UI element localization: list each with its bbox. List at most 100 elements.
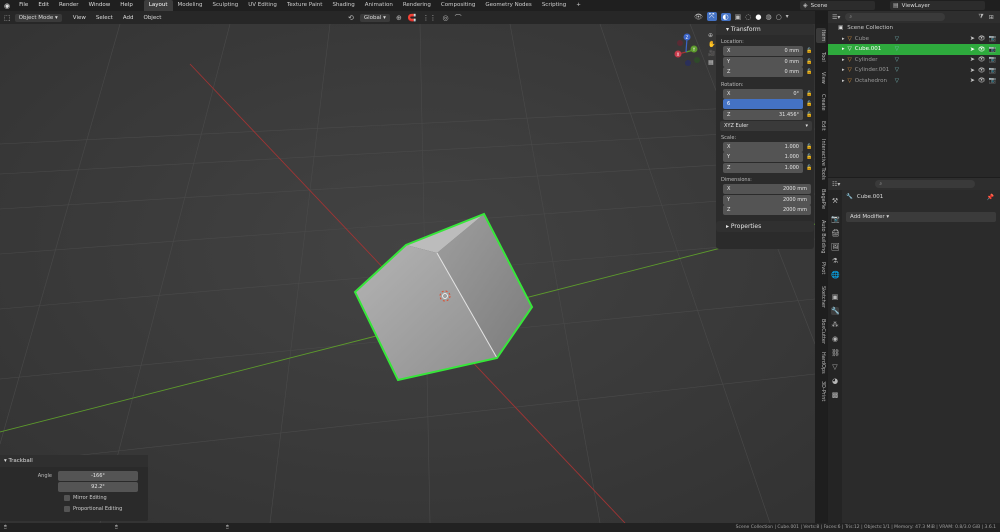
- select-toggle-icon[interactable]: ➤: [970, 35, 975, 42]
- add-workspace-button[interactable]: +: [571, 0, 586, 11]
- tab-bagapie[interactable]: BagaPie: [816, 189, 826, 209]
- tab-pivot[interactable]: Pivot: [816, 262, 826, 274]
- shading-solid-icon[interactable]: ●: [755, 13, 761, 21]
- eye-icon[interactable]: 👁: [978, 35, 986, 42]
- menu-add[interactable]: Add: [118, 15, 139, 21]
- properties-search-field[interactable]: ⌕: [875, 180, 976, 188]
- outliner-search-field[interactable]: ⌕: [845, 13, 946, 21]
- scale-z-field[interactable]: Z 1.000: [723, 162, 803, 173]
- gizmo-neg-z-icon[interactable]: [685, 60, 691, 66]
- proportional-editing-option[interactable]: Proportional Editing: [64, 506, 148, 512]
- dimensions-z-field[interactable]: Z 2000 mm: [723, 205, 811, 216]
- filter-icon[interactable]: ⧩: [978, 13, 983, 21]
- falloff-icon[interactable]: ⌒: [455, 13, 462, 23]
- orientation-dropdown[interactable]: Global ▾: [359, 14, 390, 22]
- world-tab-icon[interactable]: 🌐: [831, 271, 840, 279]
- tab-item[interactable]: Item: [816, 28, 826, 44]
- data-tab-icon[interactable]: ▽: [831, 363, 839, 371]
- add-modifier-button[interactable]: Add Modifier ▾: [846, 212, 996, 222]
- tool-tab-icon[interactable]: ⚒: [831, 197, 839, 205]
- dimensions-y-field[interactable]: Y 2000 mm: [723, 194, 811, 205]
- proportional-icon[interactable]: ◎: [443, 14, 449, 22]
- location-x-field[interactable]: X 0 mm: [723, 46, 803, 57]
- render-toggle-icon[interactable]: 📷: [989, 46, 996, 53]
- tab-edit[interactable]: Edit: [816, 121, 826, 131]
- select-toggle-icon[interactable]: ➤: [970, 77, 975, 84]
- constraints-tab-icon[interactable]: ⛓: [831, 349, 840, 357]
- outliner-row[interactable]: ▸ ▽ Cylinder.001 ▽ ➤ 👁 📷: [828, 65, 1000, 76]
- rotation-mode-dropdown[interactable]: XYZ Euler ▾: [720, 121, 812, 132]
- tab-rendering[interactable]: Rendering: [398, 0, 436, 11]
- select-toggle-icon[interactable]: ➤: [970, 67, 975, 74]
- texture-tab-icon[interactable]: ▩: [831, 391, 839, 399]
- eye-icon[interactable]: 👁: [978, 46, 986, 53]
- shading-material-icon[interactable]: ◍: [765, 13, 771, 21]
- 3d-viewport[interactable]: Z Y X ⊕ ✋ 🎥 ▦ ▾ Trackball Angle -166° 92…: [0, 24, 815, 523]
- menu-object[interactable]: Object: [138, 15, 166, 21]
- gizmo-neg-x-icon[interactable]: [677, 40, 683, 46]
- trackball-title[interactable]: ▾ Trackball: [0, 455, 148, 467]
- render-toggle-icon[interactable]: 📷: [989, 35, 996, 42]
- render-tab-icon[interactable]: 📷: [831, 215, 840, 223]
- outliner-scene-collection[interactable]: ▣ Scene Collection: [828, 23, 1000, 34]
- shading-rendered-icon[interactable]: ○: [776, 13, 782, 21]
- lock-icon[interactable]: 🔓: [806, 154, 814, 160]
- tab-compositing[interactable]: Compositing: [436, 0, 480, 11]
- expand-icon[interactable]: ▸: [842, 78, 845, 84]
- tab-create[interactable]: Create: [816, 94, 826, 111]
- render-toggle-icon[interactable]: 📷: [989, 77, 996, 84]
- tab-uv-editing[interactable]: UV Editing: [243, 0, 282, 11]
- outliner-editor-icon[interactable]: ☰▾: [832, 14, 840, 21]
- scale-y-field[interactable]: Y 1.000: [723, 152, 803, 163]
- lock-icon[interactable]: 🔓: [806, 112, 814, 118]
- mirror-checkbox[interactable]: [64, 495, 70, 501]
- select-toggle-icon[interactable]: ➤: [970, 56, 975, 63]
- angle-field-1[interactable]: -166°: [58, 471, 138, 481]
- render-toggle-icon[interactable]: 📷: [989, 67, 996, 74]
- mode-dropdown[interactable]: Object Mode ▾: [14, 13, 62, 22]
- pivot-icon[interactable]: ⊕: [396, 14, 402, 22]
- expand-icon[interactable]: ▸: [842, 57, 845, 63]
- rotation-y-field[interactable]: 6: [723, 99, 803, 110]
- menu-help[interactable]: Help: [115, 0, 138, 11]
- transform-header[interactable]: ▾ Transform: [716, 24, 814, 35]
- particles-tab-icon[interactable]: ⁂: [831, 321, 839, 329]
- properties-header[interactable]: ▸ Properties: [716, 220, 814, 232]
- tab-interactive-tools[interactable]: Interactive Tools: [816, 139, 826, 180]
- lock-icon[interactable]: 🔓: [806, 69, 814, 75]
- lock-icon[interactable]: 🔓: [806, 91, 814, 97]
- expand-icon[interactable]: ▸: [842, 67, 845, 73]
- angle-field-2[interactable]: 92.2°: [58, 482, 138, 492]
- lock-icon[interactable]: 🔓: [806, 144, 814, 150]
- outliner-row[interactable]: ▸ ▽ Cube ▽ ➤ 👁 📷: [828, 34, 1000, 45]
- rotation-x-field[interactable]: X 0°: [723, 88, 803, 99]
- location-z-field[interactable]: Z 0 mm: [723, 67, 803, 78]
- tab-texture-paint[interactable]: Texture Paint: [282, 0, 328, 11]
- tab-sculpting[interactable]: Sculpting: [208, 0, 244, 11]
- tab-layout[interactable]: Layout: [143, 0, 173, 11]
- menu-file[interactable]: File: [14, 0, 33, 11]
- dimensions-x-field[interactable]: X 2000 mm: [723, 184, 811, 195]
- material-tab-icon[interactable]: ◕: [831, 377, 839, 385]
- menu-edit[interactable]: Edit: [33, 0, 54, 11]
- overlay-toggle-icon[interactable]: ◐: [720, 12, 731, 21]
- tab-tool[interactable]: Tool: [816, 52, 826, 62]
- scale-x-field[interactable]: X 1.000: [723, 141, 803, 152]
- mirror-editing-option[interactable]: Mirror Editing: [64, 495, 148, 501]
- editor-type-icon[interactable]: ⬚: [0, 14, 15, 22]
- tab-scripting[interactable]: Scripting: [537, 0, 571, 11]
- snap-icon[interactable]: 🧲: [408, 14, 417, 22]
- gizmo-neg-y-icon[interactable]: [694, 57, 700, 63]
- outliner-row[interactable]: ▸ ▽ Octahedron ▽ ➤ 👁 📷: [828, 76, 1000, 87]
- xray-toggle-icon[interactable]: ▣: [735, 13, 742, 21]
- select-toggle-icon[interactable]: ➤: [970, 46, 975, 53]
- gizmo-toggle-icon[interactable]: ⤧: [706, 12, 717, 21]
- viewlayer-selector[interactable]: ▤ ViewLayer: [890, 1, 985, 10]
- tab-3d-print[interactable]: 3D-Print: [816, 381, 826, 401]
- lock-icon[interactable]: 🔓: [806, 165, 814, 171]
- physics-tab-icon[interactable]: ◉: [831, 335, 839, 343]
- new-collection-icon[interactable]: ⊞: [989, 14, 994, 21]
- tab-hardops[interactable]: HardOps: [816, 352, 826, 374]
- outliner-row[interactable]: ▸ ▽ Cylinder ▽ ➤ 👁 📷: [828, 55, 1000, 66]
- blender-logo-icon[interactable]: ◉: [0, 2, 14, 10]
